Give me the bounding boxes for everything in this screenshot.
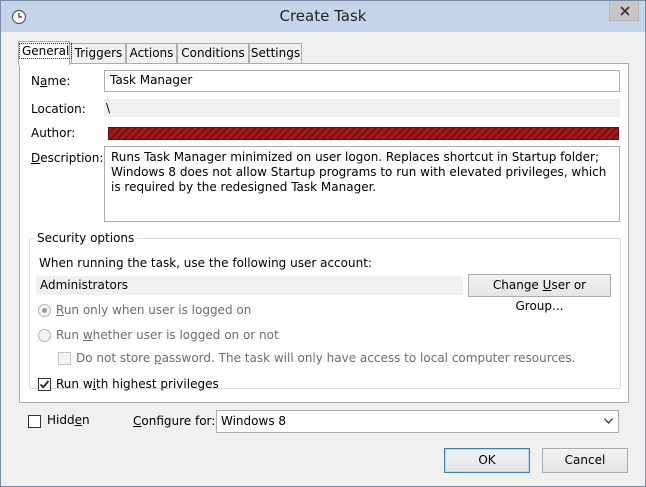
author-label: Author: bbox=[31, 126, 76, 140]
tab-general-label: General bbox=[19, 43, 73, 59]
run-highest-privileges-label: Run with highest privileges bbox=[56, 377, 219, 391]
tab-settings[interactable]: Settings bbox=[249, 43, 302, 64]
tab-actions[interactable]: Actions bbox=[126, 43, 177, 64]
title-bar[interactable]: Create Task bbox=[1, 1, 645, 32]
hidden-label: Hidden bbox=[47, 413, 90, 427]
do-not-store-password-label: Do not store password. The task will onl… bbox=[76, 351, 576, 365]
hidden-checkbox[interactable] bbox=[28, 415, 41, 428]
user-account-value: Administrators bbox=[36, 276, 463, 295]
author-value-redacted bbox=[108, 127, 619, 140]
ok-button[interactable]: OK bbox=[444, 448, 530, 473]
configure-for-label: Configure for: bbox=[133, 414, 216, 428]
cancel-button[interactable]: Cancel bbox=[542, 448, 628, 473]
run-whether-logged-on-radio[interactable] bbox=[38, 329, 51, 342]
security-options-title: Security options bbox=[34, 231, 138, 245]
name-label: Name: bbox=[31, 74, 71, 88]
radio-selected-dot bbox=[42, 308, 47, 313]
chevron-down-icon bbox=[604, 418, 613, 424]
configure-for-value: Windows 8 bbox=[221, 414, 287, 428]
run-whether-logged-on-label: Run whether user is logged on or not bbox=[56, 328, 279, 342]
checkmark-icon bbox=[39, 380, 50, 389]
location-label: Location: bbox=[31, 102, 86, 116]
location-value: \ bbox=[104, 99, 620, 117]
name-field[interactable]: Task Manager bbox=[104, 70, 620, 92]
create-task-dialog: Create Task General Triggers Actions Con… bbox=[0, 0, 646, 487]
description-field[interactable]: Runs Task Manager minimized on user logo… bbox=[104, 146, 620, 222]
run-only-logged-on-label: Run only when user is logged on bbox=[56, 303, 252, 317]
close-icon bbox=[620, 6, 630, 16]
do-not-store-password-checkbox[interactable] bbox=[58, 352, 71, 365]
close-button[interactable] bbox=[609, 1, 639, 21]
general-tab-panel: Name: Task Manager Location: \ Author: D… bbox=[19, 63, 629, 403]
tab-triggers[interactable]: Triggers bbox=[71, 43, 126, 64]
run-only-logged-on-radio[interactable] bbox=[38, 304, 51, 317]
tab-conditions[interactable]: Conditions bbox=[177, 43, 249, 64]
configure-for-dropdown[interactable]: Windows 8 bbox=[216, 410, 619, 433]
tab-general[interactable]: General bbox=[18, 41, 73, 65]
description-label: Description: bbox=[31, 151, 104, 165]
run-highest-privileges-checkbox[interactable] bbox=[38, 378, 51, 391]
account-prompt: When running the task, use the following… bbox=[39, 256, 372, 270]
change-user-or-group-button[interactable]: Change User or Group... bbox=[468, 274, 611, 313]
window-title: Create Task bbox=[279, 7, 367, 25]
